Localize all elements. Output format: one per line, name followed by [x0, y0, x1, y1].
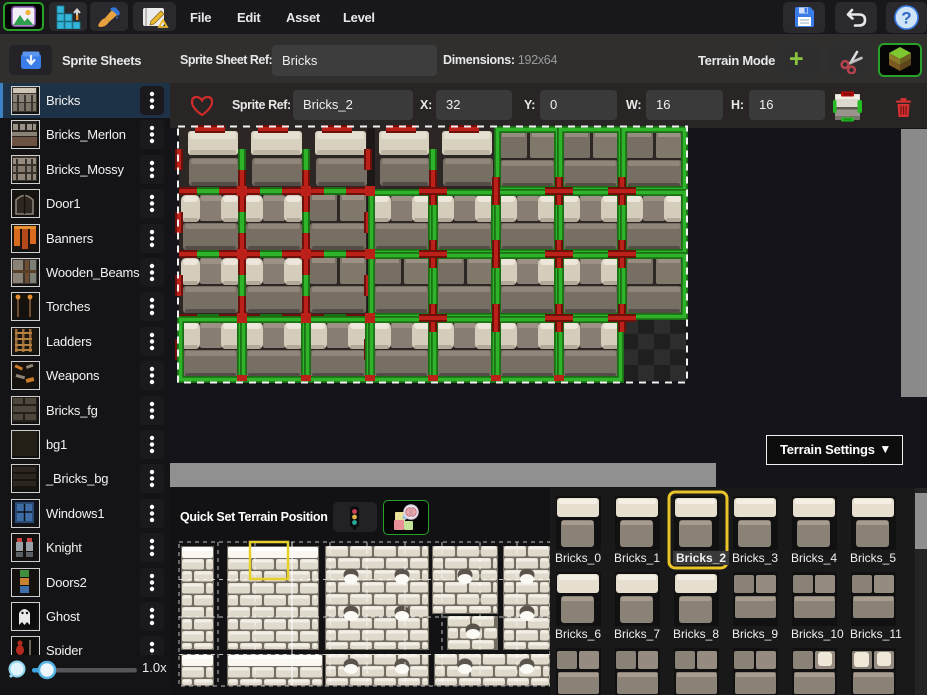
- svg-text:?: ?: [901, 9, 911, 28]
